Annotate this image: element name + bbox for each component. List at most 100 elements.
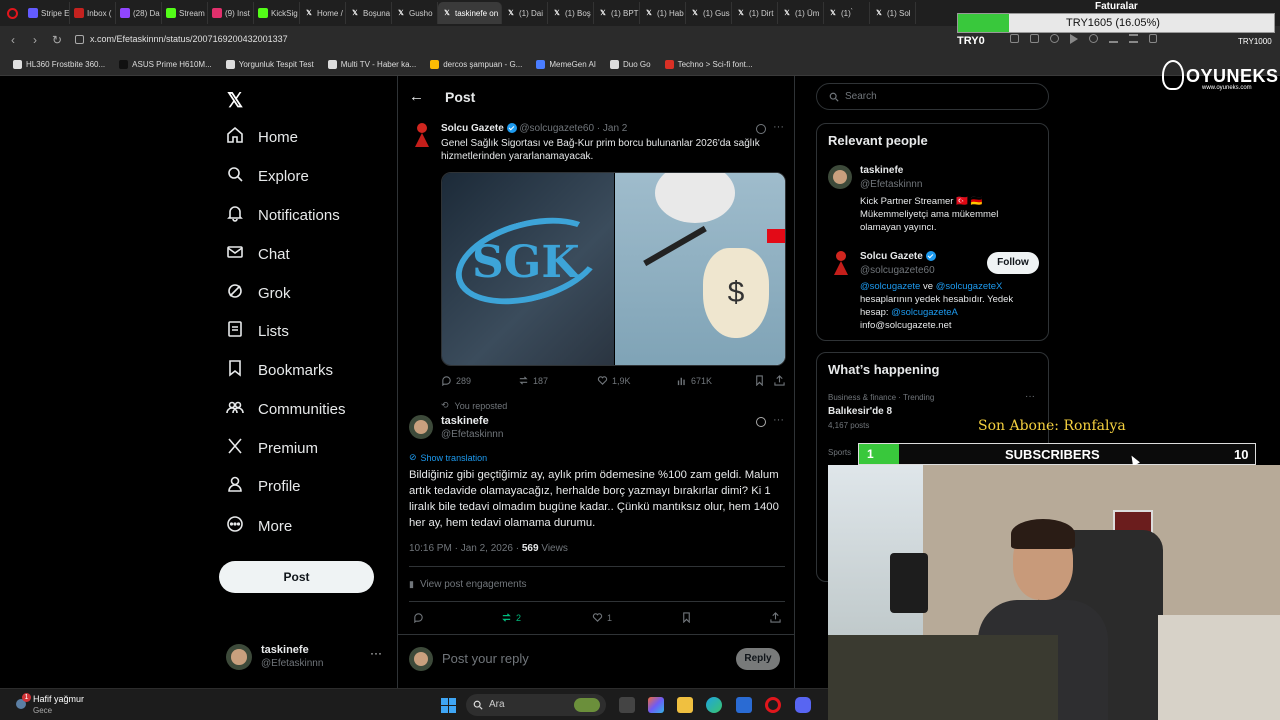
play-icon[interactable]: [1070, 34, 1078, 44]
bookmark-item[interactable]: Yorgunluk Tespit Test: [221, 60, 319, 69]
copilot-icon[interactable]: [648, 697, 664, 713]
sidebar-item-chat[interactable]: Chat: [226, 239, 290, 269]
url-field[interactable]: x.com/Efetaskinnn/status/200716920043200…: [90, 34, 288, 44]
browser-tab[interactable]: 𝕏 Boşuna: [346, 2, 392, 24]
heart-icon[interactable]: [1089, 34, 1098, 43]
camera-icon[interactable]: [1030, 34, 1039, 43]
more-dots-icon[interactable]: ···: [370, 646, 382, 660]
sidebar-item-grok[interactable]: Grok: [226, 278, 291, 308]
reply-button-submit[interactable]: Reply: [736, 648, 780, 670]
reply-button[interactable]: [413, 612, 424, 623]
browser-tab[interactable]: Stripe E: [24, 2, 70, 24]
avatar[interactable]: [828, 165, 852, 189]
browser-tab[interactable]: (28) Da: [116, 2, 162, 24]
browser-tab[interactable]: 𝕏 (1) BPT: [594, 2, 640, 24]
sidebar-item-profile[interactable]: Profile: [226, 471, 301, 501]
repost-stat[interactable]: 187: [518, 375, 548, 386]
repost-button[interactable]: 2: [501, 612, 521, 623]
site-info-icon[interactable]: [75, 35, 84, 44]
taskbar-search[interactable]: Ara: [466, 694, 606, 716]
browser-tab[interactable]: 𝕏taskinefe on: [438, 2, 502, 24]
store-icon[interactable]: [736, 697, 752, 713]
views-stat[interactable]: 671K: [676, 375, 712, 386]
more-dots-icon[interactable]: ···: [1025, 391, 1035, 402]
bio-link[interactable]: @solcugazeteX: [936, 281, 1003, 292]
bookmark-item[interactable]: MemeGen AI: [531, 60, 601, 69]
follow-button[interactable]: Follow: [987, 252, 1039, 274]
quoted-author-name[interactable]: Solcu Gazete: [441, 123, 504, 134]
like-stat[interactable]: 1,9K: [597, 375, 631, 386]
more-dots-icon[interactable]: ···: [773, 414, 784, 426]
post-button[interactable]: Post: [219, 561, 374, 593]
forward-icon[interactable]: ›: [24, 33, 46, 47]
bookmark-item[interactable]: ASUS Prime H610M...: [114, 60, 217, 69]
grok-icon[interactable]: [756, 124, 766, 134]
show-translation-link[interactable]: ⊘ Show translation: [409, 452, 487, 463]
account-switcher[interactable]: taskinefe @Efetaskinnn ···: [226, 642, 386, 674]
bookmark-item[interactable]: HL360 Frostbite 360...: [8, 60, 110, 69]
browser-tab[interactable]: 𝕏 (1) Boş: [548, 2, 594, 24]
bio-link[interactable]: @solcugazete: [860, 281, 920, 292]
opera-menu-icon[interactable]: [7, 7, 18, 19]
lock-icon[interactable]: [1149, 34, 1157, 43]
browser-tab[interactable]: KickSig: [254, 2, 300, 24]
browser-tab[interactable]: 𝕏 (1) Gus: [686, 2, 732, 24]
sidebar-item-premium[interactable]: Premium: [226, 433, 318, 463]
edit-icon[interactable]: [1010, 34, 1019, 43]
start-icon[interactable]: [441, 698, 456, 713]
browser-tab[interactable]: 𝕏 Gusho: [392, 2, 438, 24]
download-icon[interactable]: [1109, 34, 1118, 43]
discord-icon[interactable]: [795, 697, 811, 713]
view-engagements-link[interactable]: ▮ View post engagements: [409, 579, 527, 590]
post-time[interactable]: 10:16 PM · Jan 2, 2026 ·: [409, 543, 519, 554]
menu-icon[interactable]: [1129, 34, 1138, 43]
share-icon[interactable]: [770, 612, 781, 623]
browser-tab[interactable]: 𝕏 (1) Dirt: [732, 2, 778, 24]
browser-tab[interactable]: 𝕏 (1) Dai: [502, 2, 548, 24]
post-author-name[interactable]: taskinefe: [441, 415, 489, 427]
bookmark-item[interactable]: Duo Go: [605, 60, 656, 69]
weather-widget[interactable]: 1 Hafif yağmur Gece: [14, 693, 134, 717]
reply-stat[interactable]: 289: [441, 375, 471, 386]
edge-icon[interactable]: [706, 697, 722, 713]
grok-icon[interactable]: [756, 417, 766, 427]
shield-icon[interactable]: [1050, 34, 1059, 43]
sidebar-item-notifications[interactable]: Notifications: [226, 200, 340, 230]
back-arrow-icon[interactable]: ←: [409, 88, 424, 105]
more-dots-icon[interactable]: ···: [773, 121, 784, 133]
file-explorer-icon[interactable]: [677, 697, 693, 713]
sidebar-item-communities[interactable]: Communities: [226, 394, 346, 424]
share-icon[interactable]: [774, 375, 785, 386]
browser-tab[interactable]: (9) Inst: [208, 2, 254, 24]
like-button[interactable]: 1: [592, 612, 612, 623]
bookmark-item[interactable]: Multi TV - Haber ka...: [323, 60, 421, 69]
sidebar-item-home[interactable]: Home: [226, 122, 298, 152]
reload-icon[interactable]: ↻: [46, 33, 68, 47]
post-image[interactable]: SGK $: [441, 172, 786, 366]
trend-topic[interactable]: Balıkesir'de 8: [828, 406, 892, 417]
bio-link[interactable]: @solcugazeteA: [891, 307, 958, 318]
bookmark-icon[interactable]: [754, 375, 765, 386]
browser-tab[interactable]: 𝕏 (1) Üm: [778, 2, 824, 24]
bookmark-item[interactable]: dercos şampuan - G...: [425, 60, 527, 69]
sidebar-item-explore[interactable]: Explore: [226, 161, 309, 191]
browser-tab[interactable]: 𝕏 (1) Hab: [640, 2, 686, 24]
avatar[interactable]: [409, 415, 433, 439]
search-input[interactable]: Search: [816, 83, 1049, 110]
bookmark-icon[interactable]: [681, 612, 692, 623]
person-name[interactable]: Solcu Gazete: [860, 251, 923, 262]
browser-tab[interactable]: 𝕏 (1) Sol: [870, 2, 916, 24]
sidebar-item-lists[interactable]: Lists: [226, 316, 289, 346]
task-view-icon[interactable]: [619, 697, 635, 713]
bookmark-item[interactable]: Techno > Sci-fi font...: [660, 60, 758, 69]
x-logo-icon[interactable]: 𝕏: [227, 88, 243, 113]
browser-tab[interactable]: Inbox (: [70, 2, 116, 24]
browser-tab[interactable]: 𝕏 Home /: [300, 2, 346, 24]
sidebar-item-more[interactable]: More: [226, 511, 292, 541]
back-icon[interactable]: ‹: [2, 33, 24, 47]
person-name[interactable]: taskinefe: [860, 165, 903, 176]
browser-tab[interactable]: Stream: [162, 2, 208, 24]
browser-tab[interactable]: 𝕏 (1) ̀: [824, 2, 870, 24]
opera-icon[interactable]: [765, 697, 781, 713]
sidebar-item-bookmarks[interactable]: Bookmarks: [226, 355, 333, 385]
